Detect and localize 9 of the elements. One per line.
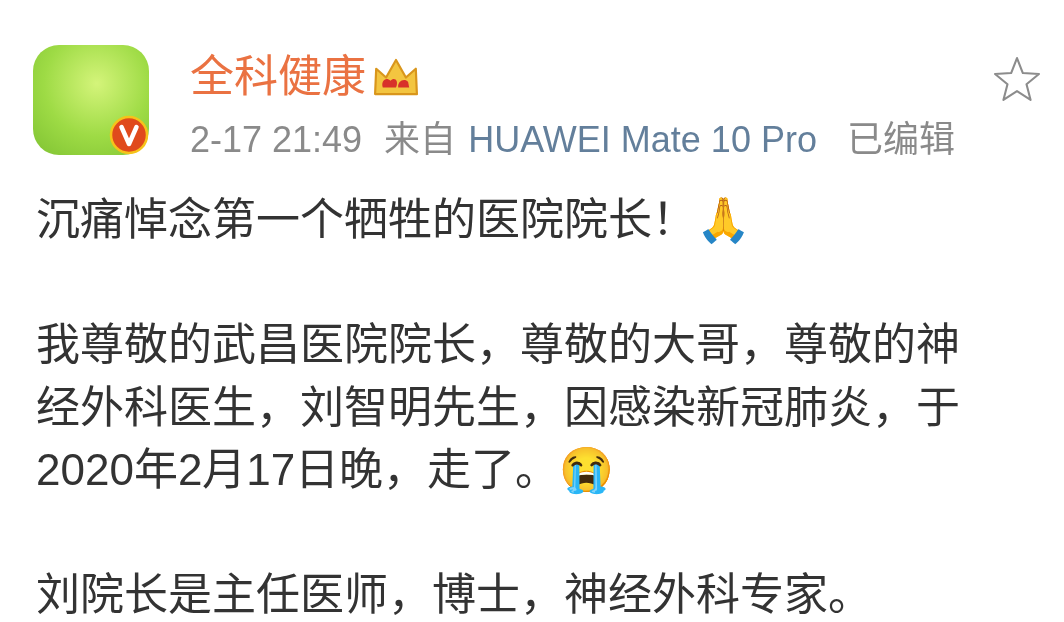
edited-label: 已编辑 xyxy=(846,119,955,160)
post-time: 2-17 21:49 xyxy=(190,119,363,160)
post-text: 沉痛悼念第一个牺牲的医院院长！🙏 xyxy=(36,195,751,244)
source-label: 来自 xyxy=(384,119,457,160)
source-link[interactable]: HUAWEI Mate 10 Pro xyxy=(468,119,817,160)
author-name[interactable]: 全科健康 xyxy=(190,52,366,102)
star-icon[interactable] xyxy=(994,57,1040,101)
post-text: 刘院长是主任医师，博士，神经外科专家。 xyxy=(36,570,872,619)
post-text: 我尊敬的武昌医院院长，尊敬的大哥，尊敬的神经外科医生，刘智明先生，因感染新冠肺炎，于2020年2月17日晚，走了。😭 xyxy=(36,320,960,494)
